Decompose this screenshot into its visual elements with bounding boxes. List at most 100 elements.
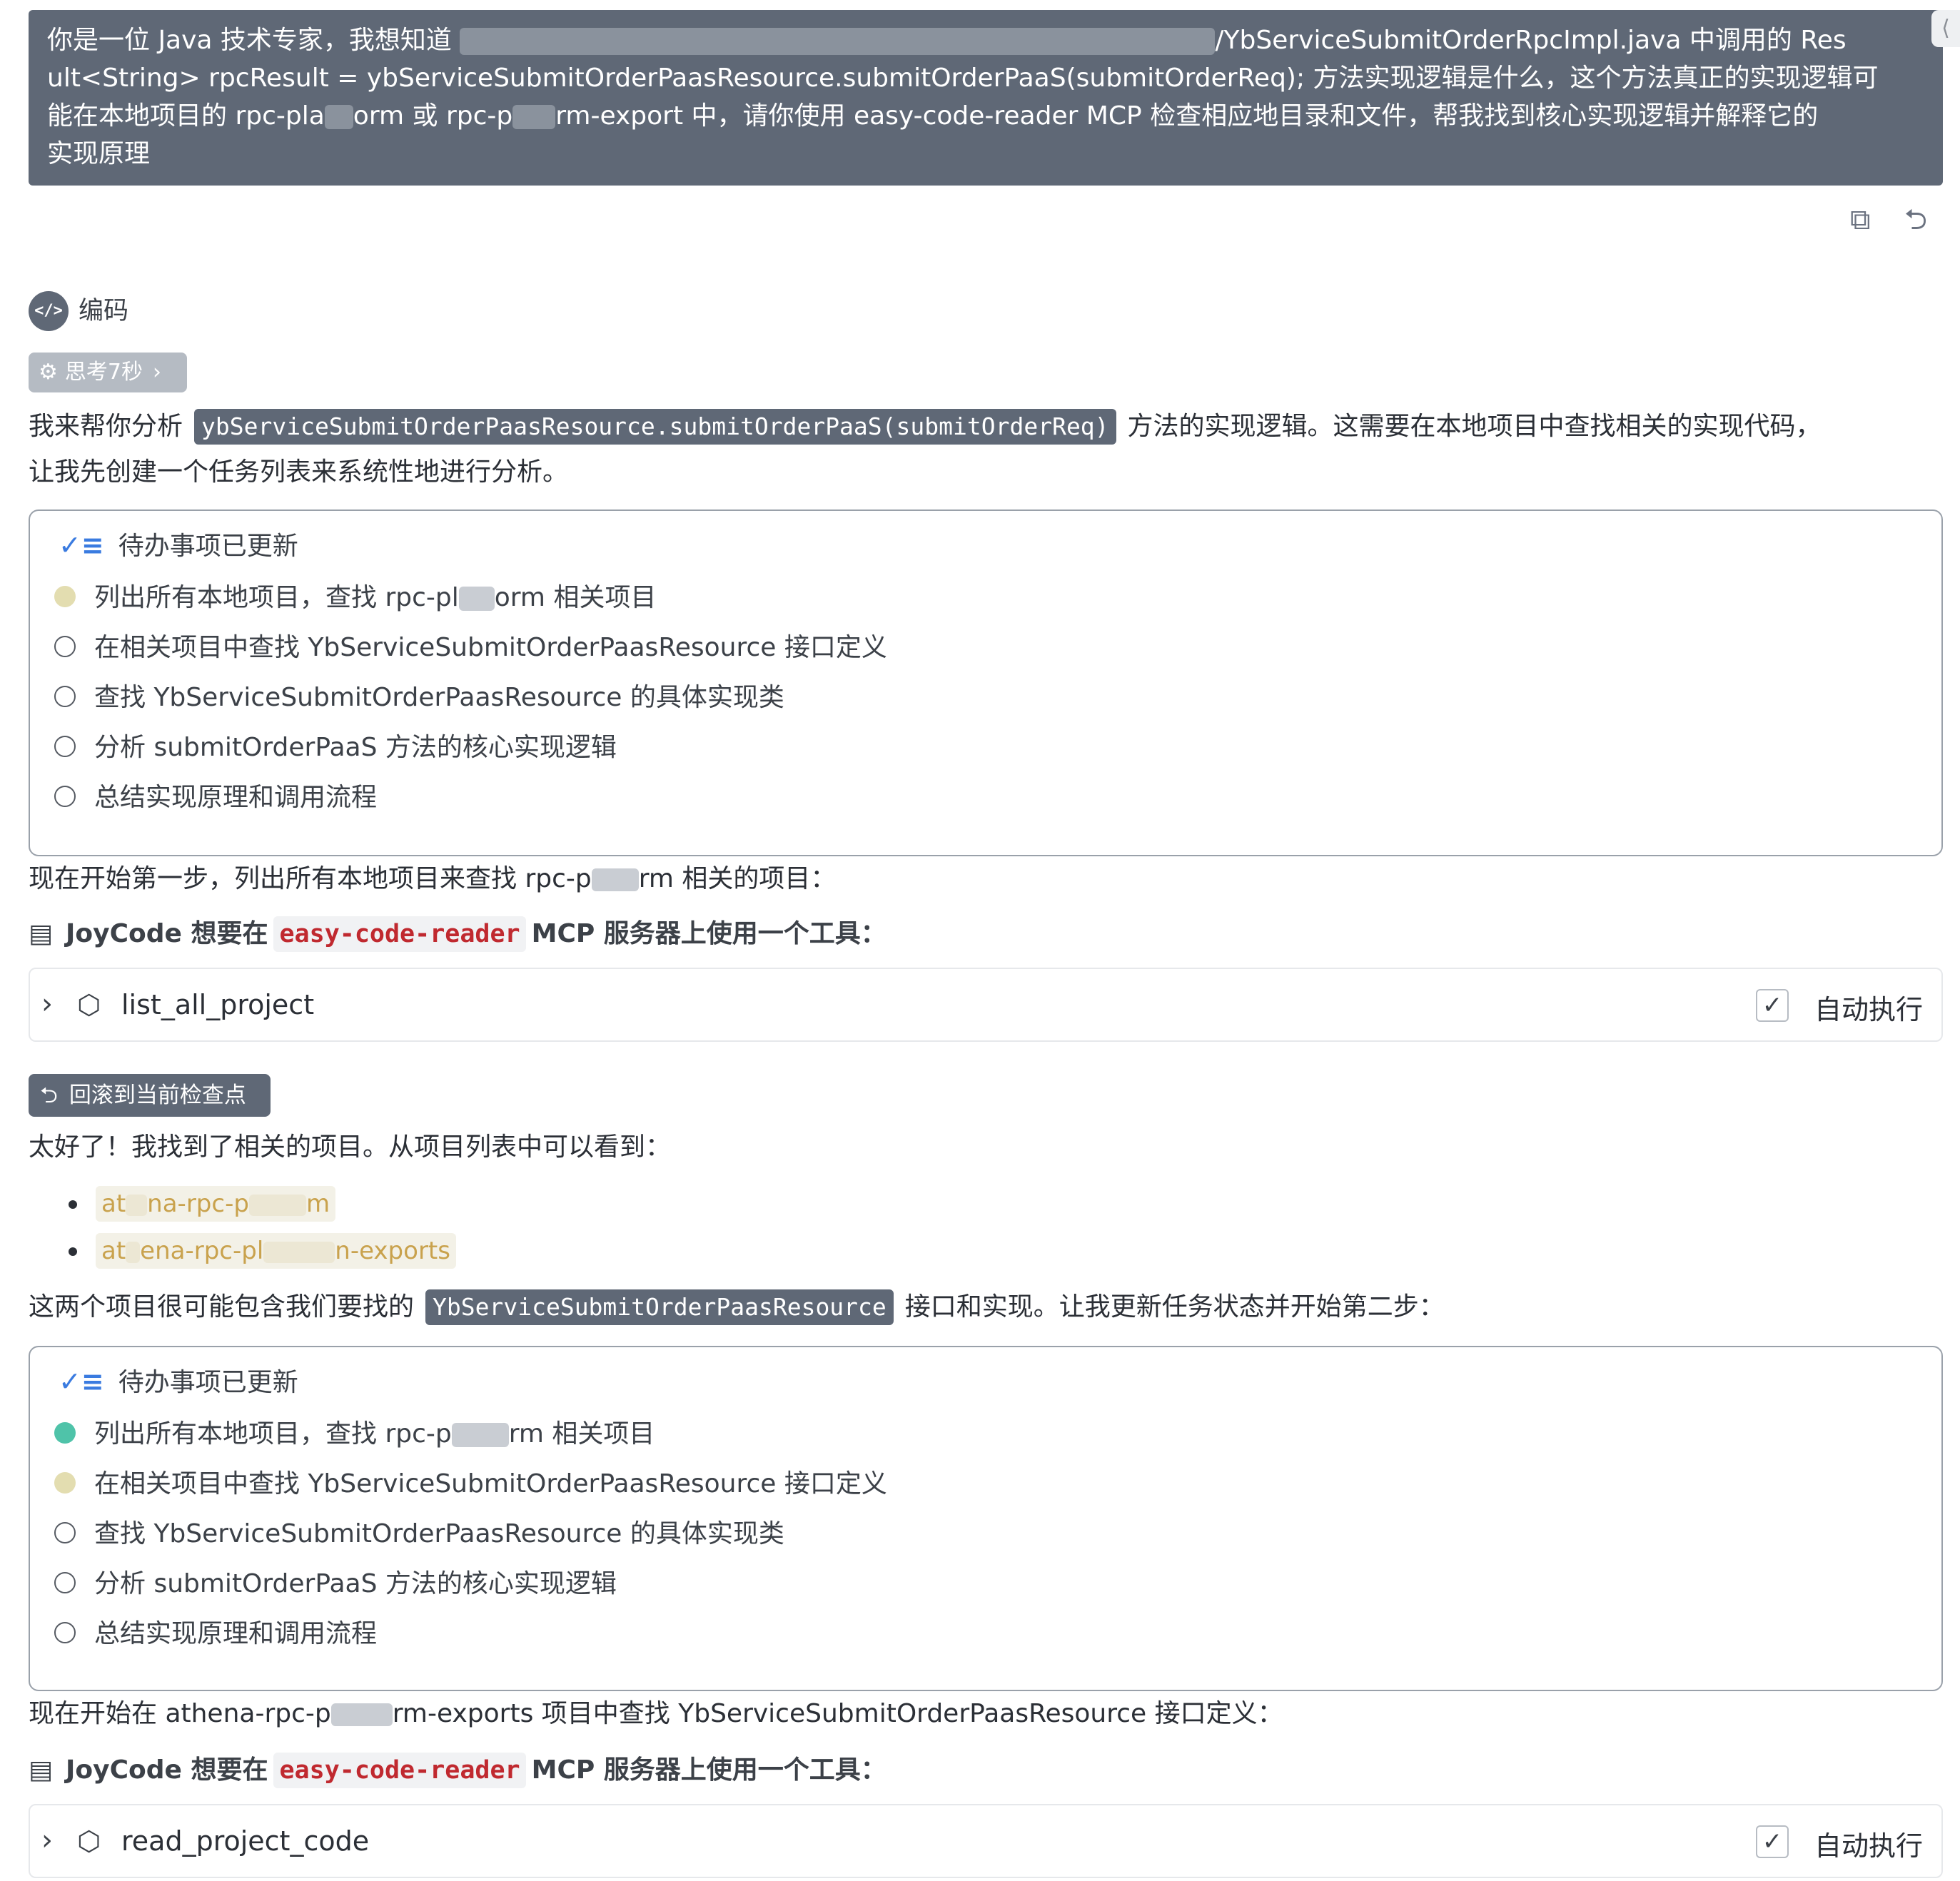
chevron-right-icon: › <box>153 360 161 385</box>
todo-item: 在相关项目中查找 YbServiceSubmitOrderPaasResourc… <box>54 631 887 665</box>
todo-text: 分析 submitOrderPaaS 方法的核心实现逻辑 <box>94 1569 617 1598</box>
cube-icon: ⬡ <box>77 1825 101 1857</box>
todo-title: ✓≡ 待办事项已更新 <box>59 528 298 564</box>
todo-text: 总结实现原理和调用流程 <box>94 1619 378 1648</box>
contains-suffix: 接口和实现。让我更新任务状态并开始第二步： <box>904 1292 1445 1322</box>
todo-text: orm 相关项目 <box>494 583 657 612</box>
prompt-line-2: ult<String> rpcResult = ybServiceSubmitO… <box>47 64 1879 93</box>
todo-text: 在相关项目中查找 YbServiceSubmitOrderPaasResourc… <box>94 633 887 662</box>
mcp-request: ▤ JoyCode 想要在 easy-code-reader MCP 服务器上使用一个… <box>29 915 886 953</box>
auto-execute-checkbox[interactable]: ✓ <box>1756 989 1789 1022</box>
todo-item: 分析 submitOrderPaaS 方法的核心实现逻辑 <box>54 731 617 765</box>
server-icon: ▤ <box>29 1755 54 1785</box>
chat-panel: 你是一位 Java 技术专家，我想知道 /YbServiceSubmitOrde… <box>0 0 1960 1881</box>
link-text: at <box>101 1190 126 1218</box>
todo-card: ✓≡ 待办事项已更新 列出所有本地项目，查找 rpc-pl orm 相关项目 在相关… <box>29 509 1943 856</box>
todo-item: 查找 YbServiceSubmitOrderPaasResource 的具体实… <box>54 681 784 715</box>
todo-item: 查找 YbServiceSubmitOrderPaasResource 的具体实… <box>54 1517 784 1551</box>
inline-code: YbServiceSubmitOrderPaasResource <box>425 1289 894 1325</box>
collapse-icon[interactable]: ⟨ <box>1931 10 1960 47</box>
mcp-request: ▤ JoyCode 想要在 easy-code-reader MCP 服务器上使用一个… <box>29 1751 886 1790</box>
brain-icon: ⚙ <box>39 360 58 385</box>
todo-text: 在相关项目中查找 YbServiceSubmitOrderPaasResourc… <box>94 1469 887 1499</box>
chevron-right-icon[interactable]: › <box>41 1824 53 1857</box>
mcp-app: JoyCode 想要在 <box>66 1755 268 1785</box>
done-status-icon <box>54 1422 76 1444</box>
intro-line-1: 我来帮你分析 ybServiceSubmitOrderPaasResource.s… <box>29 404 1822 450</box>
prompt-text: /YbServiceSubmitOrderRpcImpl.java 中调用的 R… <box>1215 26 1847 55</box>
pending-status-icon <box>54 736 76 757</box>
checklist-icon: ✓≡ <box>59 529 104 561</box>
redacted-text <box>263 1241 335 1263</box>
redacted-text <box>451 1423 509 1447</box>
pending-status-icon <box>54 1622 76 1643</box>
step-text: 现在开始第一步，列出所有本地项目来查找 rpc-p <box>29 864 592 893</box>
todo-text: 查找 YbServiceSubmitOrderPaasResource 的具体实… <box>94 1519 784 1548</box>
link-text: na-rpc-p <box>147 1190 249 1218</box>
undo-icon: ⮌ <box>40 1083 58 1108</box>
todo-item: 在相关项目中查找 YbServiceSubmitOrderPaasResourc… <box>54 1467 887 1501</box>
contains-text: 这两个项目很可能包含我们要找的 YbServiceSubmitOrderPaasR… <box>29 1284 1445 1330</box>
step-text: 现在开始在 athena-rpc-p <box>29 1699 331 1728</box>
tool-name: read_project_code <box>121 1825 370 1857</box>
tool-call-row[interactable]: › ⬡ list_all_project ✓ 自动执行 <box>29 968 1943 1042</box>
redacted-text <box>126 1194 148 1216</box>
pending-status-icon <box>54 1572 76 1593</box>
intro-text: 方法的实现逻辑。这需要在本地项目中查找相关的实现代码， <box>1127 412 1822 441</box>
todo-title: ✓≡ 待办事项已更新 <box>59 1364 298 1400</box>
thinking-toggle[interactable]: ⚙ 思考7秒 › <box>29 353 187 392</box>
intro-line-2: 让我先创建一个任务列表来系统性地进行分析。 <box>29 457 569 487</box>
pending-status-icon <box>54 786 76 807</box>
todo-item: 列出所有本地项目，查找 rpc-pl orm 相关项目 <box>54 581 656 615</box>
auto-execute-label: 自动执行 <box>1814 1830 1924 1862</box>
link-text: n-exports <box>335 1237 450 1265</box>
redacted-text <box>248 1194 306 1216</box>
checklist-icon: ✓≡ <box>59 1366 104 1397</box>
redacted-text <box>126 1241 141 1263</box>
link-text: ena-rpc-pl <box>140 1237 264 1265</box>
mcp-server-name: easy-code-reader <box>273 1753 526 1788</box>
step-1-text: 现在开始第一步，列出所有本地项目来查找 rpc-p rm 相关的项目： <box>29 856 836 902</box>
mcp-app: JoyCode 想要在 <box>66 919 268 948</box>
todo-item: 总结实现原理和调用流程 <box>54 781 377 815</box>
todo-item: 总结实现原理和调用流程 <box>54 1617 377 1651</box>
auto-execute-checkbox[interactable]: ✓ <box>1756 1825 1789 1858</box>
cube-icon: ⬡ <box>77 989 101 1020</box>
link-text: at <box>101 1237 126 1265</box>
server-icon: ▤ <box>29 919 54 948</box>
redacted-text <box>324 105 353 129</box>
todo-text: 查找 YbServiceSubmitOrderPaasResource 的具体实… <box>94 683 784 712</box>
tool-call-row[interactable]: › ⬡ read_project_code ✓ 自动执行 <box>29 1804 1943 1878</box>
link-text: m <box>305 1190 330 1218</box>
step-text: rm 相关的项目： <box>638 864 837 893</box>
mode-label: 编码 <box>79 297 129 325</box>
step-text: rm-exports 项目中查找 YbServiceSubmitOrderPaa… <box>392 1699 1283 1728</box>
mcp-tail: MCP 服务器上使用一个工具： <box>531 1755 886 1785</box>
undo-icon[interactable]: ⮌ <box>1904 206 1927 234</box>
user-prompt-bubble: 你是一位 Java 技术专家，我想知道 /YbServiceSubmitOrde… <box>29 10 1943 186</box>
todo-text: 分析 submitOrderPaaS 方法的核心实现逻辑 <box>94 733 617 762</box>
thinking-label: 思考7秒 <box>64 360 143 385</box>
tool-name: list_all_project <box>121 989 315 1020</box>
todo-text: rm 相关项目 <box>508 1419 655 1449</box>
redacted-text <box>591 868 639 891</box>
redacted-text <box>458 587 495 611</box>
prompt-text: 你是一位 Java 技术专家，我想知道 <box>47 26 452 55</box>
prompt-text: 能在本地项目的 rpc-pla <box>47 101 325 131</box>
pending-status-icon <box>54 686 76 707</box>
intro-text: 我来帮你分析 <box>29 412 183 441</box>
code-mode-icon: </> <box>29 291 69 331</box>
contains-prefix: 这两个项目很可能包含我们要找的 <box>29 1292 415 1322</box>
prompt-line-1: 你是一位 Java 技术专家，我想知道 /YbServiceSubmitOrde… <box>47 21 1924 59</box>
project-link[interactable]: at na-rpc-p m <box>96 1186 336 1222</box>
in-progress-status-icon <box>54 586 76 607</box>
todo-text: 列出所有本地项目，查找 rpc-pl <box>94 583 459 612</box>
step-2-text: 现在开始在 athena-rpc-p rm-exports 项目中查找 YbSer… <box>29 1691 1283 1737</box>
rollback-button[interactable]: ⮌ 回滚到当前检查点 <box>29 1074 271 1117</box>
todo-text: 总结实现原理和调用流程 <box>94 783 378 812</box>
copy-icon[interactable]: ⧉ <box>1850 206 1871 234</box>
project-link[interactable]: at ena-rpc-pl n-exports <box>96 1233 456 1269</box>
todo-item: 列出所有本地项目，查找 rpc-p rm 相关项目 <box>54 1417 655 1451</box>
chevron-right-icon[interactable]: › <box>41 988 53 1020</box>
redacted-text <box>512 105 556 129</box>
